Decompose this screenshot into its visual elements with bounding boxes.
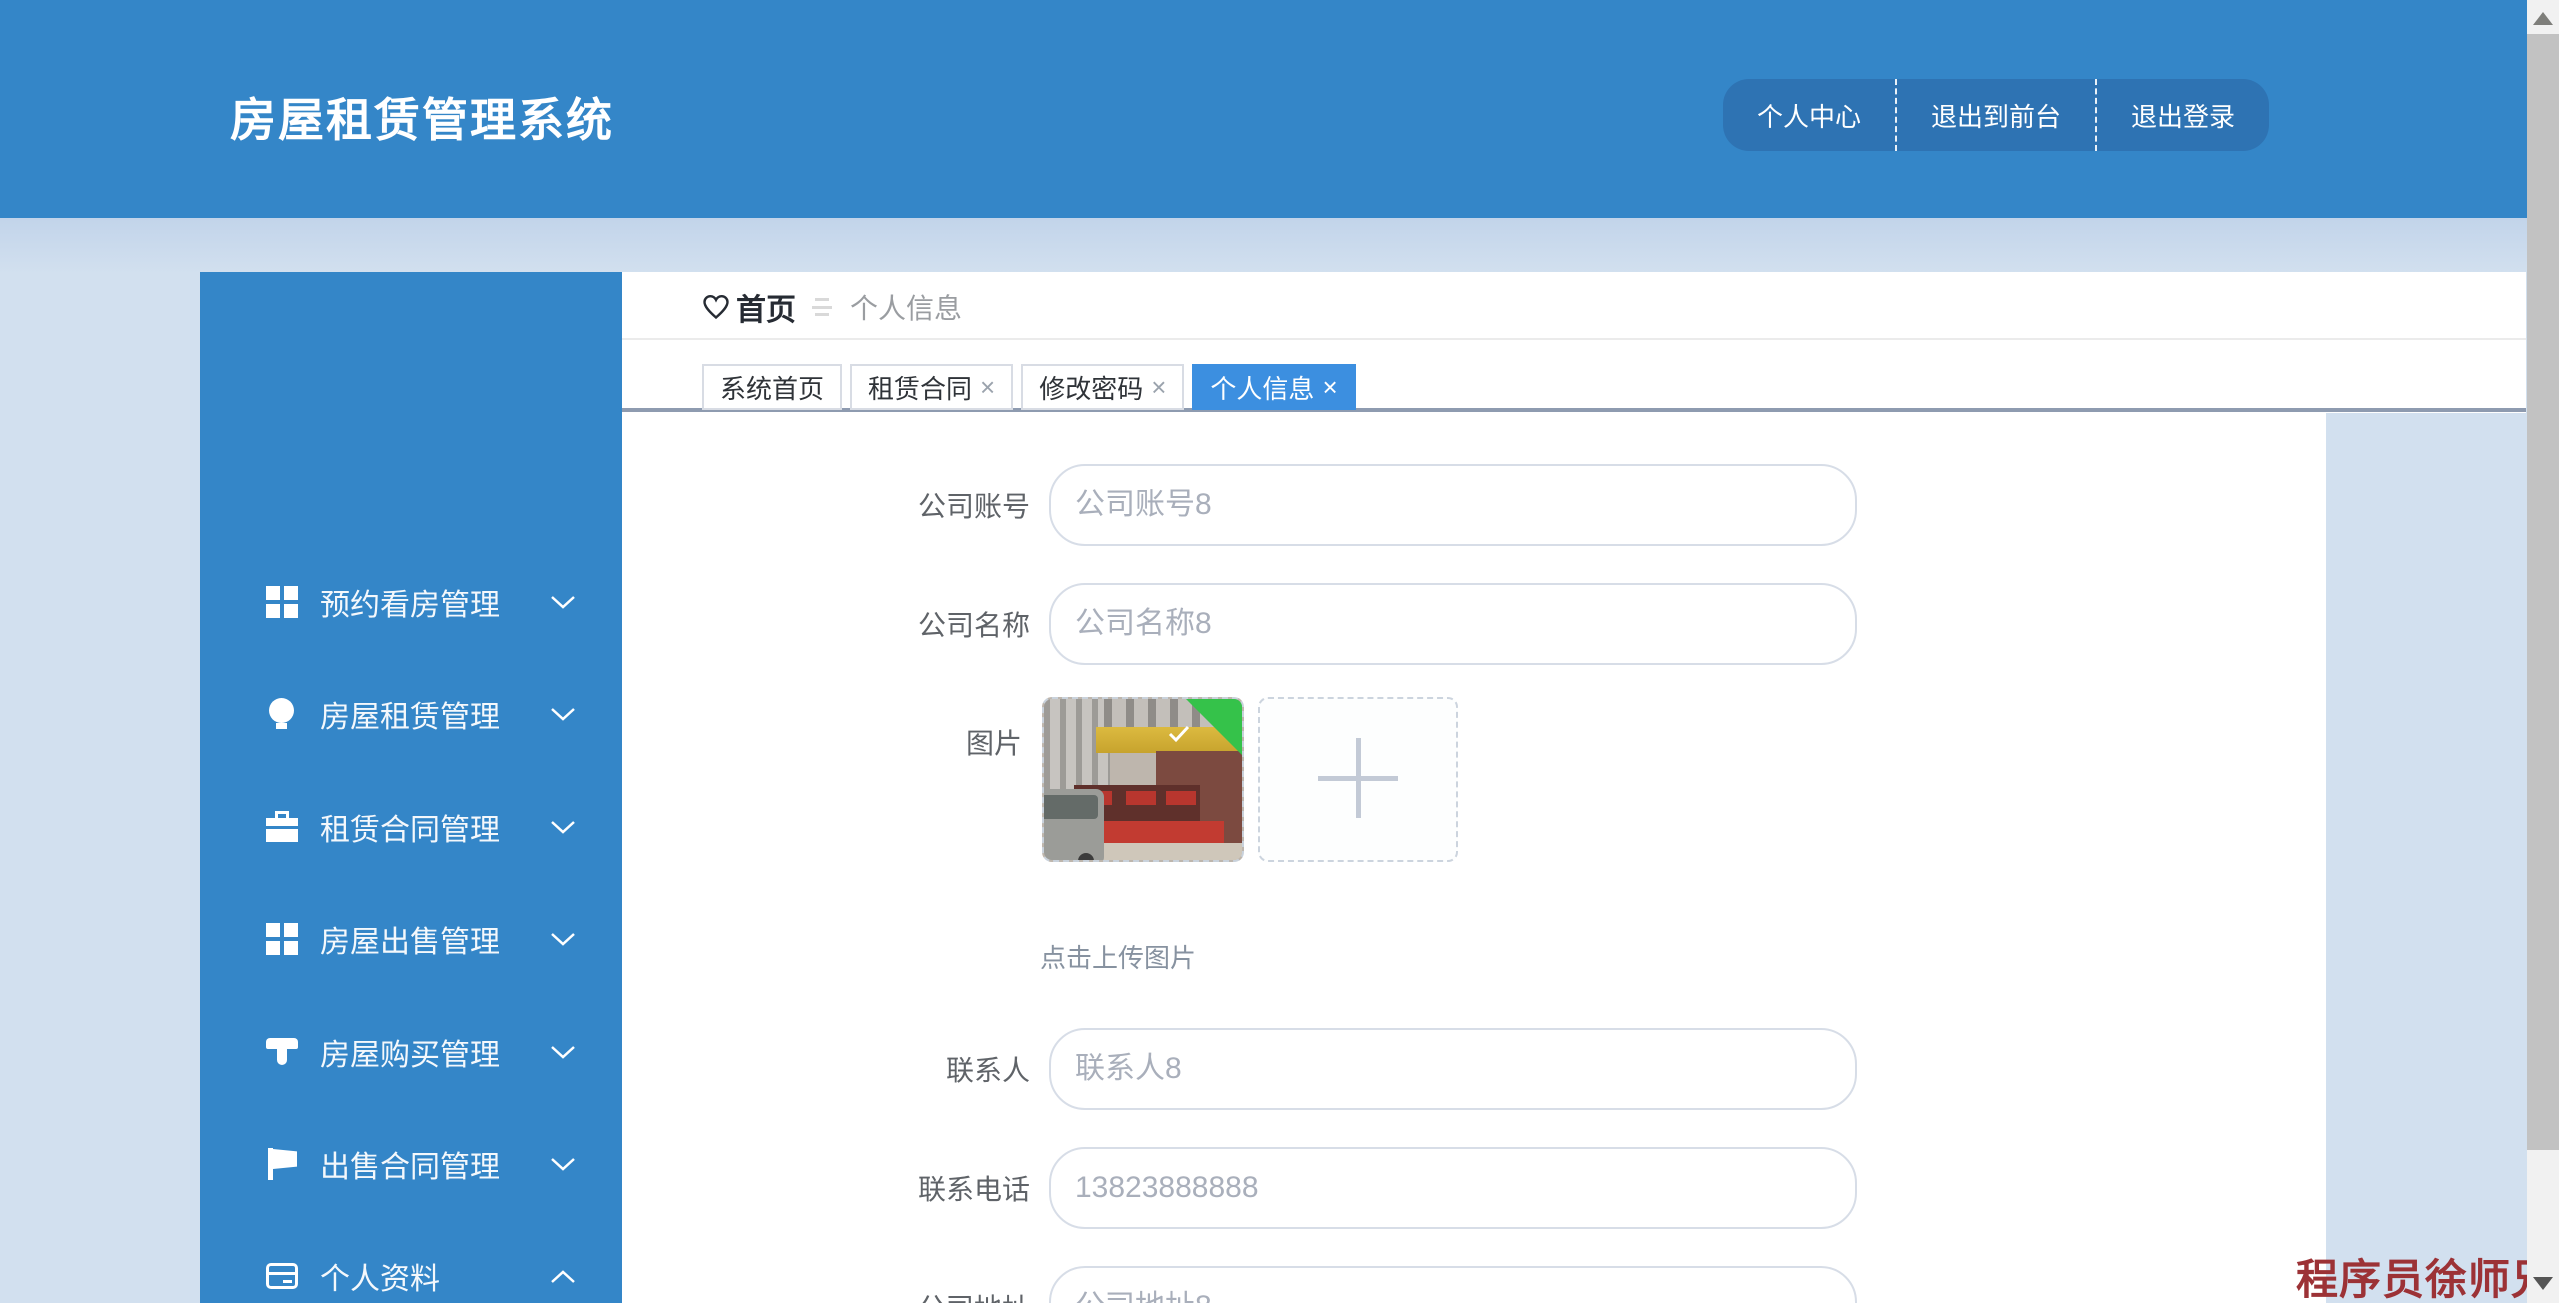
bulb-icon xyxy=(266,698,298,730)
upload-success-badge xyxy=(1186,699,1242,755)
breadcrumb-current: 个人信息 xyxy=(850,293,963,324)
personal-center-button[interactable]: 个人中心 xyxy=(1723,79,1895,151)
contact-phone-label: 联系电话 xyxy=(917,1174,1030,1205)
header-shadow xyxy=(0,218,2559,274)
image-label: 图片 xyxy=(965,728,1022,759)
form-row-contact-phone: 联系电话 xyxy=(830,1147,1857,1229)
company-address-label: 公司地址 xyxy=(830,1287,1030,1303)
company-account-label: 公司账号 xyxy=(917,491,1030,522)
breadcrumb-home[interactable]: 首页 xyxy=(736,285,796,329)
photo-van xyxy=(1044,789,1104,860)
logout-button[interactable]: 退出登录 xyxy=(2095,79,2269,151)
chevron-down-icon xyxy=(551,595,575,609)
exit-to-frontend-button[interactable]: 退出到前台 xyxy=(1895,79,2095,151)
sidebar-item-appointment-viewing[interactable]: 预约看房管理 xyxy=(200,570,622,634)
grid-icon xyxy=(266,923,298,955)
sidebar-item-house-purchase[interactable]: 房屋购买管理 xyxy=(200,1020,622,1084)
company-address-input[interactable] xyxy=(1049,1266,1857,1303)
form-row-company-address: 公司地址 xyxy=(830,1266,1857,1303)
scrollbar-up-arrow-icon[interactable] xyxy=(2533,12,2553,25)
sidebar-item-sale-contract[interactable]: 出售合同管理 xyxy=(200,1132,622,1196)
contact-person-label: 联系人 xyxy=(945,1055,1030,1086)
check-icon xyxy=(1168,725,1190,743)
app-header: 房屋租赁管理系统 个人中心 退出到前台 退出登录 xyxy=(0,0,2559,218)
close-icon[interactable]: × xyxy=(1151,374,1166,400)
close-icon[interactable]: × xyxy=(1322,374,1337,400)
header-actions: 个人中心 退出到前台 退出登录 xyxy=(1723,79,2270,151)
breadcrumb-divider xyxy=(622,338,2526,340)
sidebar-item-personal-profile[interactable]: 个人资料 xyxy=(200,1244,622,1303)
upload-image-button[interactable] xyxy=(1258,697,1458,862)
chevron-down-icon xyxy=(551,932,575,946)
close-icon[interactable]: × xyxy=(980,374,995,400)
page: 房屋租赁管理系统 个人中心 退出到前台 退出登录 预约看房管理 房屋租赁管理 租… xyxy=(0,0,2559,1303)
app-title: 房屋租赁管理系统 xyxy=(230,94,614,146)
grid-icon xyxy=(266,586,298,618)
sidebar-item-house-rental[interactable]: 房屋租赁管理 xyxy=(200,682,622,746)
contact-phone-input[interactable] xyxy=(1049,1147,1857,1229)
chevron-down-icon xyxy=(551,820,575,834)
list-separator-icon xyxy=(812,298,832,316)
form-row-company-name: 公司名称 xyxy=(830,583,1857,665)
breadcrumb: 首页 个人信息 xyxy=(702,276,962,338)
contact-person-input[interactable] xyxy=(1049,1028,1857,1110)
tab-rental-contract[interactable]: 租赁合同 × xyxy=(850,364,1014,410)
tab-personal-info[interactable]: 个人信息 × xyxy=(1192,364,1356,410)
chevron-down-icon xyxy=(551,1045,575,1059)
chevron-up-icon xyxy=(551,1269,575,1283)
chevron-down-icon xyxy=(551,1157,575,1171)
scrollbar-down-arrow-icon[interactable] xyxy=(2533,1277,2553,1290)
watermark-text: 程序员徐师兄 xyxy=(2296,1258,2555,1303)
heart-icon xyxy=(703,294,729,320)
vertical-scrollbar[interactable] xyxy=(2527,0,2559,1303)
sidebar: 预约看房管理 房屋租赁管理 租赁合同管理 房屋出售管理 房屋购买管理 出售合同管… xyxy=(200,272,622,1303)
tab-system-home[interactable]: 系统首页 xyxy=(702,364,843,410)
card-icon xyxy=(266,1260,298,1292)
company-name-label: 公司名称 xyxy=(917,610,1030,641)
upload-tip: 点击上传图片 xyxy=(1040,943,1197,973)
sidebar-item-rental-contract[interactable]: 租赁合同管理 xyxy=(200,795,622,859)
sidebar-item-house-sale[interactable]: 房屋出售管理 xyxy=(200,907,622,971)
chevron-down-icon xyxy=(551,707,575,721)
funnel-icon xyxy=(266,1036,298,1068)
uploaded-image-thumbnail[interactable] xyxy=(1042,697,1244,862)
company-name-input[interactable] xyxy=(1049,583,1857,665)
tab-change-password[interactable]: 修改密码 × xyxy=(1021,364,1185,410)
form-row-contact-person: 联系人 xyxy=(830,1028,1857,1110)
briefcase-icon xyxy=(266,811,298,843)
tab-bar: 系统首页 租赁合同 × 修改密码 × 个人信息 × xyxy=(702,364,1356,410)
flag-icon xyxy=(266,1148,298,1180)
form-row-company-account: 公司账号 xyxy=(830,464,1857,546)
scrollbar-thumb[interactable] xyxy=(2527,34,2559,1150)
company-account-input[interactable] xyxy=(1049,464,1857,546)
